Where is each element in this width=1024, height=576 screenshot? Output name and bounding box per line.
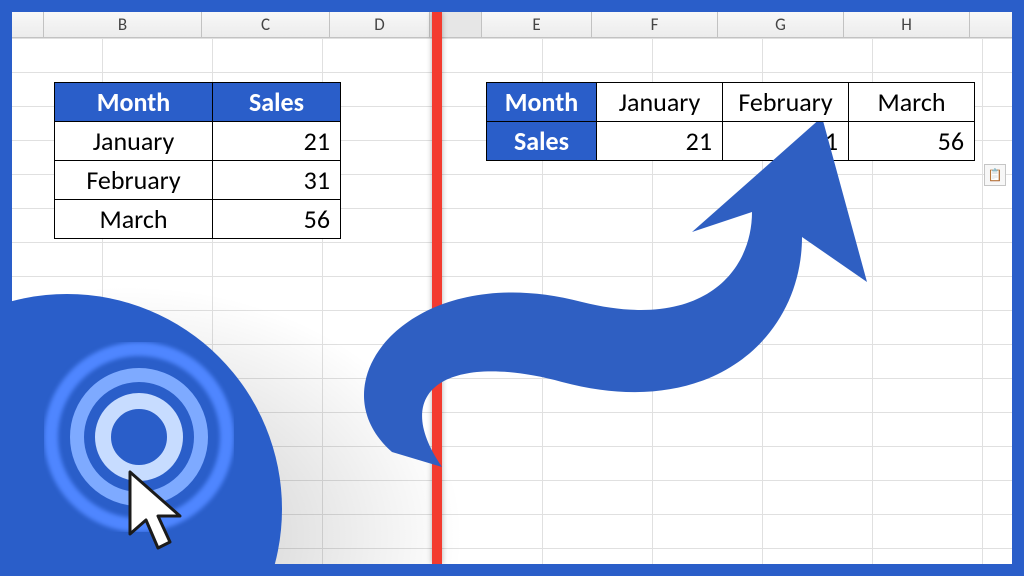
cell-sales[interactable]: 56: [213, 200, 341, 239]
header-month[interactable]: Month: [55, 83, 213, 122]
table-row: Month Sales: [55, 83, 341, 122]
table-row: Month January February March: [487, 83, 975, 122]
col-header-G[interactable]: G: [718, 12, 844, 37]
cell-month[interactable]: March: [849, 83, 975, 122]
table-row: February 31: [55, 161, 341, 200]
table-row: Sales 21 31 56: [487, 122, 975, 161]
rowcol-corner: [12, 12, 44, 37]
cell-sales[interactable]: 21: [597, 122, 723, 161]
cell-sales[interactable]: 21: [213, 122, 341, 161]
cell-month[interactable]: January: [55, 122, 213, 161]
col-header-H[interactable]: H: [844, 12, 970, 37]
col-header-E[interactable]: E: [482, 12, 592, 37]
cell-sales[interactable]: 56: [849, 122, 975, 161]
transposed-table: Month January February March Sales 21 31…: [486, 82, 975, 161]
header-sales[interactable]: Sales: [487, 122, 597, 161]
col-header-C[interactable]: C: [202, 12, 330, 37]
col-header-B[interactable]: B: [44, 12, 202, 37]
header-month[interactable]: Month: [487, 83, 597, 122]
cell-month[interactable]: January: [597, 83, 723, 122]
cell-month[interactable]: February: [55, 161, 213, 200]
paste-options-icon[interactable]: 📋: [984, 164, 1006, 186]
table-row: January 21: [55, 122, 341, 161]
header-sales[interactable]: Sales: [213, 83, 341, 122]
col-header-F[interactable]: F: [592, 12, 718, 37]
cell-month[interactable]: March: [55, 200, 213, 239]
cell-sales[interactable]: 31: [723, 122, 849, 161]
source-table: Month Sales January 21 February 31 March…: [54, 82, 341, 239]
spreadsheet-frame: B C D E F G H Month Sales January 21 Feb…: [12, 12, 1012, 564]
table-row: March 56: [55, 200, 341, 239]
vertical-divider: [432, 12, 442, 564]
cell-month[interactable]: February: [723, 83, 849, 122]
column-headers-row: B C D E F G H: [12, 12, 1012, 38]
col-header-D[interactable]: D: [330, 12, 430, 37]
cell-sales[interactable]: 31: [213, 161, 341, 200]
cursor-icon: [120, 468, 192, 558]
